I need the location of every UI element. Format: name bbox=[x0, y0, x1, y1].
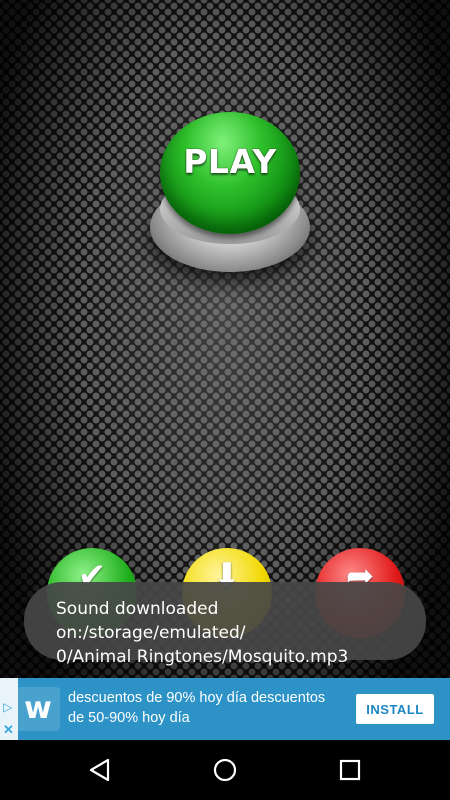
recents-icon bbox=[339, 759, 361, 781]
toast-line-1: Sound downloaded on:/storage/emulated/ bbox=[56, 599, 246, 643]
app-screen: PLAY ✔ ⬇ ➦ Sound downloaded on:/storage/… bbox=[0, 0, 450, 740]
home-button[interactable] bbox=[195, 750, 255, 790]
back-icon bbox=[89, 758, 110, 782]
toast-message: Sound downloaded on:/storage/emulated/ 0… bbox=[24, 582, 426, 667]
play-button[interactable]: PLAY bbox=[150, 112, 310, 277]
toast-line-2: 0/Animal Ringtones/Mosquito.mp3 bbox=[56, 647, 349, 667]
ad-banner[interactable]: ▷ ✕ w descuentos de 90% hoy día descuent… bbox=[0, 678, 450, 740]
ad-text-line-1: descuentos de 90% hoy día descuentos bbox=[68, 690, 326, 706]
back-button[interactable] bbox=[70, 750, 130, 790]
ad-text: descuentos de 90% hoy día descuentos de … bbox=[68, 688, 340, 728]
navigation-bar bbox=[0, 740, 450, 800]
recents-button[interactable] bbox=[320, 750, 380, 790]
home-icon bbox=[213, 758, 237, 782]
ad-text-line-2: de 50-90% hoy día bbox=[68, 710, 190, 726]
install-button[interactable]: INSTALL bbox=[356, 694, 434, 724]
play-label: PLAY bbox=[183, 142, 277, 181]
ad-choices-icon[interactable]: ▷ bbox=[3, 700, 12, 714]
wish-logo-letter: w bbox=[24, 691, 52, 726]
wish-logo: w bbox=[16, 687, 60, 731]
ad-close-icon[interactable]: ✕ bbox=[3, 722, 14, 738]
